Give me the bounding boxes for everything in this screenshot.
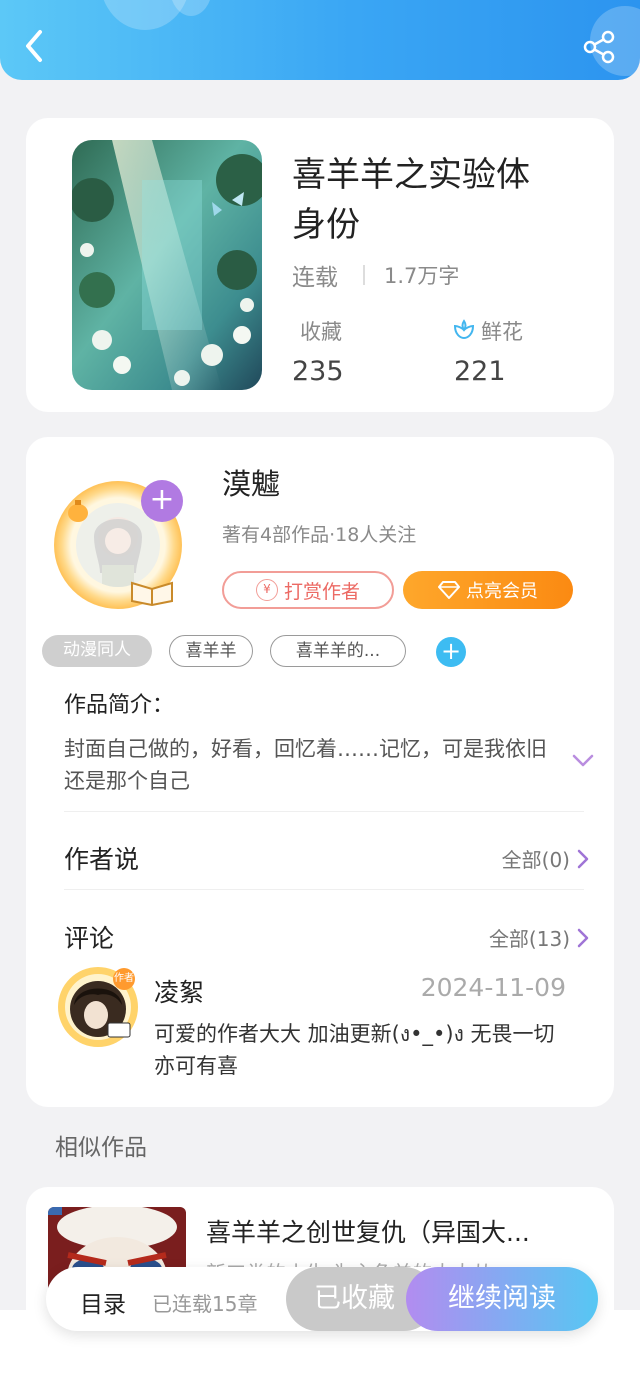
share-button[interactable] <box>580 28 620 68</box>
tip-author-button[interactable]: ¥ 打赏作者 <box>222 571 394 609</box>
book-cover[interactable] <box>72 140 262 390</box>
similar-works-label: 相似作品 <box>55 1135 147 1161</box>
chevron-right-icon <box>577 849 589 868</box>
favorites-count: 235 <box>292 356 344 387</box>
chapter-count: 已连载15章 <box>152 1292 258 1316</box>
diamond-icon <box>438 581 460 599</box>
chevron-left-icon <box>26 30 42 62</box>
back-button[interactable] <box>18 26 52 66</box>
add-tag-button[interactable]: + <box>436 637 466 667</box>
bottom-action-bar: 目录 已连载15章 已收藏 继续阅读 <box>46 1267 598 1331</box>
divider <box>64 889 584 890</box>
table-of-contents-button[interactable]: 目录 <box>80 1285 126 1319</box>
word-count: 1.7万字 <box>384 264 460 288</box>
tag-chip[interactable]: 动漫同人 <box>42 635 152 667</box>
book-decor-icon <box>131 581 173 607</box>
tag-chip[interactable]: 喜羊羊 <box>169 635 253 667</box>
lantern-decor-icon <box>68 500 88 522</box>
intro-label: 作品简介： <box>64 693 175 718</box>
collected-label: 已收藏 <box>314 1283 395 1314</box>
follow-author-button[interactable]: + <box>141 480 183 522</box>
flowers-label: 鲜花 <box>481 320 523 344</box>
book-title-line: 身份 <box>292 205 360 245</box>
commenter-avatar[interactable]: 作者 <box>56 965 140 1049</box>
divider <box>64 811 584 812</box>
author-says-label: 作者说 <box>64 845 140 874</box>
commenter-badge: 作者 <box>114 973 134 984</box>
chevron-right-icon <box>577 928 589 947</box>
author-stats: 著有4部作品·18人关注 <box>222 524 417 546</box>
book-detail-card: + 漠魖 著有4部作品·18人关注 ¥ 打赏作者 点亮会员 动漫同人 喜羊羊 喜… <box>26 437 614 1107</box>
flower-icon <box>452 318 476 342</box>
book-info-card: 喜羊羊之实验体 身份 连载 1.7万字 收藏 235 鲜花 221 <box>26 118 614 412</box>
share-icon <box>583 30 615 64</box>
book-cover-image <box>72 140 262 390</box>
yen-icon: ¥ <box>255 579 278 601</box>
commenter-name[interactable]: 凌絮 <box>154 973 204 1009</box>
top-bar <box>0 0 640 80</box>
flowers-count: 221 <box>454 356 506 387</box>
intro-text: 封面自己做的，好看，回忆着……记忆，可是我依旧还是那个自己 <box>64 737 547 793</box>
author-says-all-label: 全部(0) <box>501 848 570 872</box>
comments-all-label: 全部(13) <box>488 927 570 951</box>
book-title: 喜羊羊之实验体 身份 <box>292 150 592 250</box>
author-name[interactable]: 漠魖 <box>222 461 280 503</box>
book-title-line: 喜羊羊之实验体 <box>292 155 530 195</box>
continue-reading-label: 继续阅读 <box>448 1283 556 1314</box>
comments-all-link[interactable]: 全部(13) <box>489 923 590 952</box>
vip-label: 点亮会员 <box>466 581 538 602</box>
comments-label: 评论 <box>64 924 115 953</box>
comment-date: 2024-11-09 <box>420 973 566 1002</box>
vip-button[interactable]: 点亮会员 <box>403 571 573 609</box>
chevron-down-icon[interactable] <box>570 747 596 773</box>
tag-chip[interactable]: 喜羊羊的... <box>270 635 406 667</box>
author-says-all-link[interactable]: 全部(0) <box>502 844 590 873</box>
comment-text: 可爱的作者大大 加油更新(ง•_•)ง 无畏一切 亦可有喜 <box>154 1022 555 1078</box>
serial-status: 连载 <box>292 265 338 291</box>
status-divider <box>363 265 365 285</box>
favorites-label: 收藏 <box>300 320 342 344</box>
continue-reading-button[interactable]: 继续阅读 <box>406 1267 598 1331</box>
tip-author-label: 打赏作者 <box>283 580 360 603</box>
similar-work-title: 喜羊羊之创世复仇（异国大... <box>206 1218 530 1247</box>
